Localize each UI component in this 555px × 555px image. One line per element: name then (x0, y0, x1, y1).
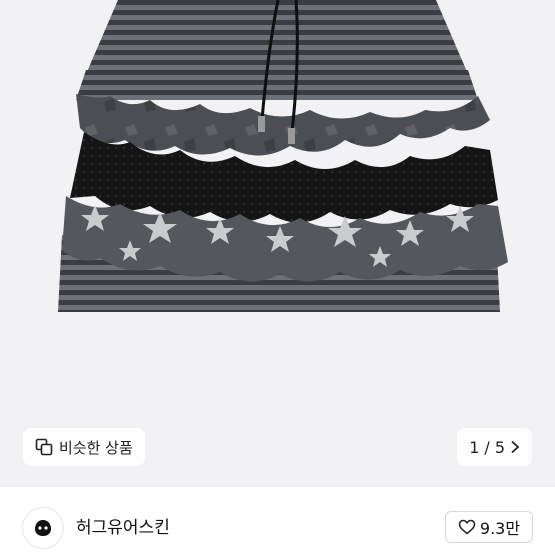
pager-separator: / (484, 437, 490, 457)
chevron-right-icon (510, 440, 520, 454)
similar-products-button[interactable]: 비슷한 상품 (23, 428, 145, 466)
skirt-illustration (58, 0, 508, 312)
similar-products-label: 비슷한 상품 (59, 438, 133, 457)
pager-current: 1 (469, 437, 480, 457)
like-count: 9.3만 (479, 519, 521, 538)
heart-outline-icon (458, 519, 476, 535)
product-photo[interactable] (0, 0, 555, 487)
shop-name[interactable]: 허그유어스킨 (76, 513, 170, 538)
shop-logo (35, 520, 51, 536)
image-pager[interactable]: 1 / 5 (457, 428, 532, 466)
shop-avatar[interactable] (22, 507, 64, 549)
like-button[interactable]: 9.3만 (445, 511, 533, 543)
pager-total: 5 (494, 437, 505, 457)
copy-squares-icon (35, 438, 53, 456)
